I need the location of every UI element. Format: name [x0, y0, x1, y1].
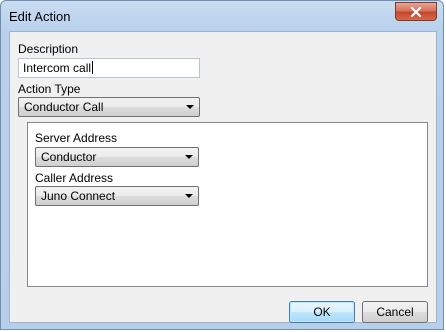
description-field[interactable]: Intercom call [18, 58, 200, 78]
chevron-down-icon [186, 105, 194, 109]
chevron-down-icon [185, 194, 193, 198]
window-title: Edit Action [9, 9, 71, 24]
close-icon [410, 6, 422, 17]
server-address-dropdown[interactable]: Conductor [35, 147, 199, 167]
title-bar[interactable]: Edit Action [1, 1, 443, 31]
action-type-label: Action Type [18, 82, 81, 96]
action-settings-panel: Server Address Conductor Caller Address … [27, 122, 428, 287]
description-value: Intercom call [23, 61, 92, 75]
description-label: Description [18, 42, 79, 56]
cancel-button[interactable]: Cancel [362, 301, 428, 323]
caller-address-label: Caller Address [35, 171, 114, 185]
caller-address-dropdown[interactable]: Juno Connect [35, 186, 199, 206]
text-caret [92, 61, 94, 74]
edit-action-dialog: Edit Action Description Intercom call Ac… [0, 0, 444, 330]
caller-address-value: Juno Connect [41, 189, 116, 203]
action-type-dropdown[interactable]: Conductor Call [18, 97, 200, 117]
close-button[interactable] [395, 2, 437, 21]
server-address-value: Conductor [41, 150, 97, 164]
dialog-body: Description Intercom call Action Type Co… [9, 31, 437, 323]
action-type-value: Conductor Call [24, 100, 104, 114]
server-address-label: Server Address [35, 131, 118, 145]
chevron-down-icon [185, 155, 193, 159]
ok-button[interactable]: OK [289, 301, 355, 323]
